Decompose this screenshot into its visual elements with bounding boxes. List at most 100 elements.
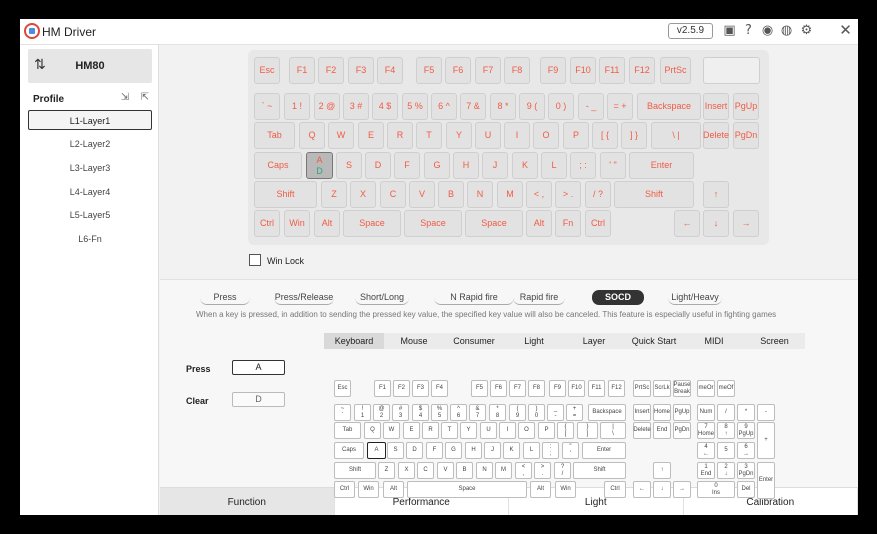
virtual-key[interactable]: ScrLk: [653, 380, 671, 397]
virtual-key[interactable]: 7 Home: [697, 422, 715, 439]
mode-option[interactable]: SOCD: [592, 290, 644, 305]
key[interactable]: →: [733, 210, 759, 237]
virtual-key[interactable]: A: [367, 442, 386, 459]
virtual-key[interactable]: F8: [528, 380, 545, 397]
key[interactable]: ' ": [600, 152, 626, 179]
key[interactable]: ; :: [570, 152, 596, 179]
virtual-key[interactable]: Y: [460, 422, 477, 439]
subtab[interactable]: Quick Start: [624, 333, 684, 349]
virtual-key[interactable]: F9: [549, 380, 566, 397]
key[interactable]: Fn: [555, 210, 581, 237]
key[interactable]: Z: [321, 181, 347, 208]
virtual-key[interactable]: F7: [509, 380, 526, 397]
key[interactable]: E: [358, 122, 384, 149]
virtual-key[interactable]: U: [480, 422, 497, 439]
virtual-key[interactable]: Alt: [530, 481, 551, 498]
virtual-key[interactable]: Win: [358, 481, 379, 498]
bottom-tab[interactable]: Function: [160, 488, 335, 515]
virtual-key[interactable]: ) 0: [528, 404, 545, 421]
virtual-key[interactable]: +: [757, 422, 775, 459]
key[interactable]: ←: [674, 210, 700, 237]
key[interactable]: C: [380, 181, 406, 208]
key[interactable]: R: [387, 122, 413, 149]
key[interactable]: M: [497, 181, 523, 208]
virtual-key[interactable]: Q: [364, 422, 381, 439]
virtual-key[interactable]: N: [476, 462, 493, 479]
virtual-key[interactable]: " ': [562, 442, 579, 459]
subtab[interactable]: Consumer: [444, 333, 504, 349]
subtab[interactable]: Mouse: [384, 333, 444, 349]
virtual-key[interactable]: F10: [568, 380, 585, 397]
key[interactable]: Enter: [629, 152, 694, 179]
key[interactable]: 0 ): [548, 93, 574, 120]
virtual-key[interactable]: 4 ←: [697, 442, 715, 459]
virtual-key[interactable]: <,: [515, 462, 532, 479]
virtual-key[interactable]: E: [403, 422, 420, 439]
subtab[interactable]: MIDI: [684, 333, 744, 349]
key[interactable]: Ctrl: [254, 210, 280, 237]
virtual-key[interactable]: O: [518, 422, 535, 439]
device-selector[interactable]: ⇅ HM80: [28, 49, 152, 83]
virtual-key[interactable]: 5: [717, 442, 735, 459]
virtual-key[interactable]: I: [499, 422, 516, 439]
virtual-key[interactable]: #3: [392, 404, 409, 421]
key[interactable]: < ,: [526, 181, 552, 208]
virtual-key[interactable]: Z: [378, 462, 395, 479]
virtual-key[interactable]: :;: [542, 442, 559, 459]
key[interactable]: I: [504, 122, 530, 149]
virtual-key[interactable]: ^ 6: [450, 404, 467, 421]
virtual-key[interactable]: Insert: [633, 404, 651, 421]
key[interactable]: Q: [299, 122, 325, 149]
key[interactable]: Win: [284, 210, 310, 237]
export-icon[interactable]: ⇱: [139, 92, 151, 104]
key[interactable]: Shift: [254, 181, 317, 208]
virtual-key[interactable]: _ -: [547, 404, 564, 421]
key[interactable]: B: [438, 181, 464, 208]
key[interactable]: U: [475, 122, 501, 149]
virtual-key[interactable]: Pause Break: [673, 380, 691, 397]
close-icon[interactable]: ✕: [838, 23, 853, 38]
key[interactable]: PgUp: [733, 93, 759, 120]
virtual-key[interactable]: @2: [373, 404, 390, 421]
key[interactable]: Space: [404, 210, 462, 237]
virtual-key[interactable]: End: [653, 422, 671, 439]
virtual-key[interactable]: % 5: [431, 404, 448, 421]
virtual-key[interactable]: Backspace: [588, 404, 626, 421]
key[interactable]: Backspace: [637, 93, 701, 120]
key[interactable]: H: [453, 152, 479, 179]
virtual-key[interactable]: B: [456, 462, 473, 479]
mode-option[interactable]: Press/Release: [274, 290, 334, 305]
virtual-key[interactable]: PgDn: [673, 422, 691, 439]
virtual-key[interactable]: | \: [600, 422, 626, 439]
virtual-key[interactable]: F4: [431, 380, 448, 397]
virtual-key[interactable]: Esc: [334, 380, 351, 397]
virtual-key[interactable]: 9 PgUp: [737, 422, 755, 439]
key[interactable]: Caps: [254, 152, 302, 179]
key[interactable]: Y: [446, 122, 472, 149]
key[interactable]: 2 @: [314, 93, 340, 120]
key[interactable]: F6: [445, 57, 471, 84]
mode-option[interactable]: Short/Long: [355, 290, 409, 305]
layer-item[interactable]: L1-Layer1: [28, 110, 152, 130]
gear-icon[interactable]: ⚙: [799, 23, 814, 38]
virtual-key[interactable]: >.: [534, 462, 551, 479]
key[interactable]: J: [482, 152, 508, 179]
key[interactable]: 7 &: [460, 93, 486, 120]
virtual-key[interactable]: Tab: [334, 422, 361, 439]
key[interactable]: F1: [289, 57, 315, 84]
key[interactable]: N: [467, 181, 493, 208]
virtual-key[interactable]: 1 End: [697, 462, 715, 479]
mode-option[interactable]: N Rapid fire: [434, 290, 514, 305]
virtual-key[interactable]: ! 1: [354, 404, 371, 421]
key[interactable]: [703, 57, 760, 84]
key[interactable]: 3 #: [343, 93, 369, 120]
virtual-key[interactable]: 8 ↑: [717, 422, 735, 439]
layer-item[interactable]: L2-Layer2: [28, 134, 152, 154]
key[interactable]: AD: [306, 152, 333, 179]
mode-option[interactable]: Press: [200, 290, 250, 305]
key[interactable]: Alt: [314, 210, 340, 237]
virtual-key[interactable]: ←: [633, 481, 651, 498]
virtual-key[interactable]: PgUp: [673, 404, 691, 421]
key[interactable]: F: [394, 152, 420, 179]
key[interactable]: F8: [504, 57, 530, 84]
